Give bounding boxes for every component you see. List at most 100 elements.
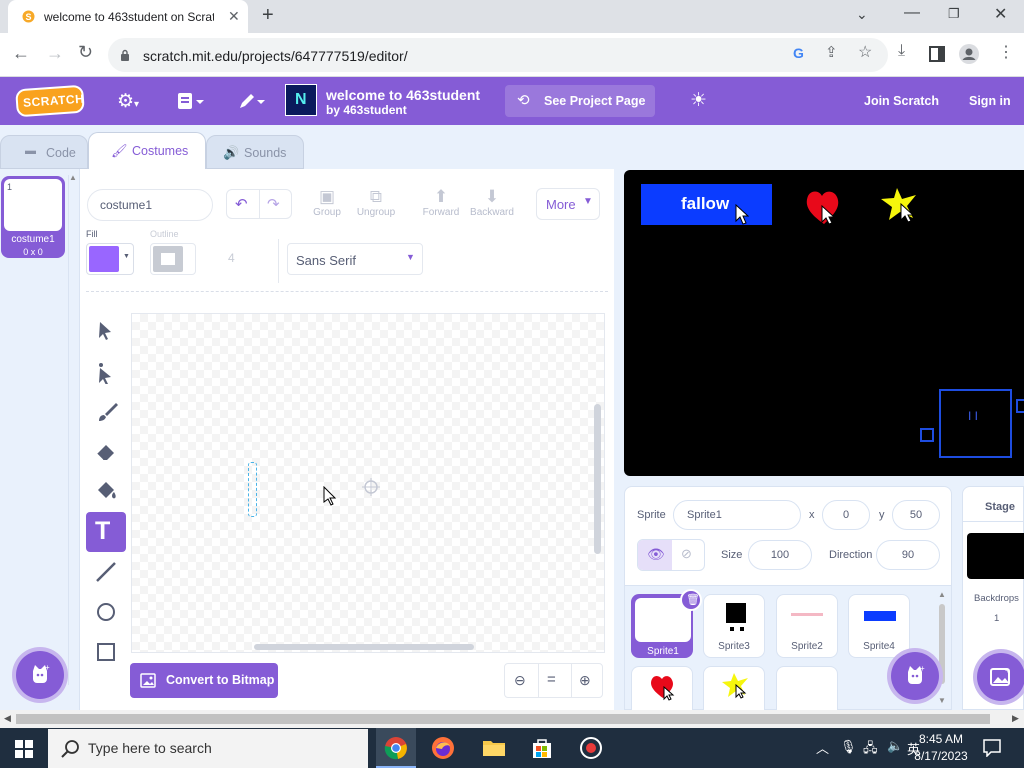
group-button[interactable]: ▣ Group <box>310 187 344 218</box>
backward-button[interactable]: ⬇ Backward <box>468 187 516 218</box>
clock-time[interactable]: 8:45 AM <box>916 732 966 746</box>
sprite-tile[interactable] <box>631 666 693 710</box>
scratch-favicon-icon: S <box>22 10 35 23</box>
undo-icon[interactable]: ↶ <box>235 195 248 213</box>
chrome-taskbar-button[interactable] <box>376 728 416 768</box>
sprite-tile[interactable] <box>703 666 765 710</box>
clock-date[interactable]: 8/17/2023 <box>912 749 970 763</box>
select-tool[interactable] <box>86 311 126 351</box>
fill-tool[interactable] <box>86 471 126 511</box>
line-tool[interactable] <box>86 552 126 592</box>
sprite-direction-input[interactable]: 90 <box>876 540 940 570</box>
page-hscrollbar[interactable]: ◀ ▶ <box>0 710 1024 728</box>
chevron-down-icon[interactable]: ⌄ <box>856 6 868 23</box>
screen-recorder-icon[interactable] <box>579 736 603 760</box>
edit-menu-icon[interactable] <box>238 92 266 110</box>
microsoft-store-icon[interactable] <box>530 736 554 760</box>
choose-backdrop-button[interactable]: + <box>977 653 1024 701</box>
close-tab-icon[interactable]: ✕ <box>228 8 240 25</box>
circle-tool[interactable] <box>86 592 126 632</box>
zoom-reset-icon[interactable]: = <box>547 671 556 688</box>
join-scratch-link[interactable]: Join Scratch <box>864 94 939 108</box>
outline-width-field[interactable]: 4 <box>228 251 235 265</box>
project-author[interactable]: by 463student <box>326 103 407 117</box>
costume-tile-selected[interactable]: 1 costume1 0 x 0 <box>1 176 65 258</box>
microphone-icon[interactable]: 🎙 <box>840 739 857 755</box>
ungroup-button[interactable]: ⧉ Ungroup <box>354 187 398 218</box>
hide-sprite-button[interactable]: ⊘ <box>672 540 704 570</box>
back-icon[interactable]: ← <box>12 43 30 64</box>
text-tool[interactable]: T <box>86 512 126 552</box>
file-explorer-icon[interactable] <box>482 738 506 758</box>
sprite-tile[interactable]: Sprite4 <box>848 594 910 658</box>
network-icon[interactable]: 🖧 <box>863 739 878 761</box>
profile-avatar-icon[interactable] <box>959 44 979 64</box>
brush-tool[interactable] <box>86 391 126 431</box>
google-icon[interactable]: G <box>793 45 804 61</box>
paint-canvas[interactable] <box>131 313 605 653</box>
menu-dots-icon[interactable]: ⋮ <box>998 42 1014 62</box>
bookmark-star-icon[interactable]: ☆ <box>858 42 872 62</box>
costume-name-input[interactable]: costume1 <box>87 189 213 221</box>
fill-color-picker[interactable]: ▼ <box>86 243 134 275</box>
sprite-name-input[interactable]: Sprite1 <box>673 500 801 530</box>
choose-sprite-button[interactable]: + <box>891 652 939 700</box>
project-title[interactable]: welcome to 463student <box>326 87 480 103</box>
font-select[interactable]: Sans Serif ▼ <box>287 243 423 275</box>
url-text[interactable]: scratch.mit.edu/projects/647777519/edito… <box>143 48 408 64</box>
text-cursor-box[interactable] <box>248 462 257 517</box>
stage-selector-panel[interactable]: Stage Backdrops 1 + <box>962 486 1024 710</box>
sprite-tile[interactable] <box>776 666 838 710</box>
group-icon: ▣ <box>318 187 336 206</box>
settings-gear-icon[interactable]: ⚙▾ <box>117 90 139 113</box>
volume-icon[interactable]: 🔈 <box>887 738 903 754</box>
file-menu-icon[interactable] <box>177 92 205 110</box>
canvas-hscrollbar[interactable] <box>254 644 474 650</box>
reshape-tool[interactable] <box>86 353 126 393</box>
tab-code[interactable]: ▬ Code <box>0 135 88 169</box>
tab-costumes[interactable]: 🖌 Costumes <box>88 132 206 169</box>
reload-icon[interactable]: ↻ <box>78 42 93 63</box>
delete-sprite-button[interactable]: 🗑 <box>680 589 702 611</box>
show-sprite-button[interactable]: 👁 <box>638 540 672 570</box>
outline-color-picker[interactable] <box>150 243 196 275</box>
eraser-tool[interactable] <box>86 431 126 471</box>
download-icon[interactable]: ⤓ <box>898 42 905 60</box>
rectangle-tool[interactable] <box>86 632 126 672</box>
costume-list-scrollbar[interactable]: ▲ <box>68 173 77 685</box>
share-icon[interactable]: ⇪ <box>825 43 838 61</box>
taskbar-search-box[interactable]: Type here to search <box>48 729 368 768</box>
see-project-page-button[interactable]: ⟲ See Project Page <box>505 85 655 117</box>
forward-icon[interactable]: → <box>46 43 64 64</box>
sprite-tile[interactable]: Sprite2 <box>776 594 838 658</box>
sprite-size-input[interactable]: 100 <box>748 540 812 570</box>
zoom-in-icon[interactable]: ⊕ <box>579 672 591 689</box>
theme-lightbulb-icon[interactable]: ☀ <box>690 89 707 112</box>
choose-costume-button[interactable]: + <box>16 651 64 699</box>
sprite-tile-selected[interactable]: Sprite1 🗑 <box>631 589 702 658</box>
sidepanel-icon[interactable] <box>929 46 945 62</box>
tab-sounds[interactable]: 🔊 Sounds <box>206 135 304 169</box>
minimize-icon[interactable]: — <box>904 4 920 22</box>
zoom-out-icon[interactable]: ⊖ <box>514 672 526 689</box>
scratch-logo[interactable]: SCRATCH <box>15 84 85 118</box>
window-close-icon[interactable]: ✕ <box>994 4 1007 24</box>
redo-icon[interactable]: ↷ <box>267 195 280 213</box>
notification-icon[interactable] <box>983 739 1001 757</box>
convert-to-bitmap-button[interactable]: Convert to Bitmap <box>130 663 278 698</box>
browser-tab[interactable]: S welcome to 463student on Scrat ✕ <box>8 0 248 33</box>
forward-button[interactable]: ⬆ Forward <box>420 187 462 218</box>
more-menu-button[interactable]: More ▼ <box>536 188 600 220</box>
sprite-y-input[interactable]: 50 <box>892 500 940 530</box>
tray-chevron-up-icon[interactable]: ︿ <box>816 738 829 757</box>
windows-start-icon[interactable] <box>15 740 33 758</box>
canvas-vscrollbar[interactable] <box>594 404 601 554</box>
sign-in-link[interactable]: Sign in <box>969 94 1011 108</box>
new-tab-icon[interactable]: + <box>262 4 274 27</box>
sprite-tile[interactable]: Sprite3 <box>703 594 765 658</box>
restore-icon[interactable]: ❐ <box>948 6 960 22</box>
sprite-x-input[interactable]: 0 <box>822 500 870 530</box>
firefox-icon[interactable] <box>431 736 455 760</box>
stage-canvas[interactable]: fallow I I <box>624 170 1024 476</box>
sprite-list-scrollbar[interactable]: ▲ ▼ <box>937 590 947 706</box>
